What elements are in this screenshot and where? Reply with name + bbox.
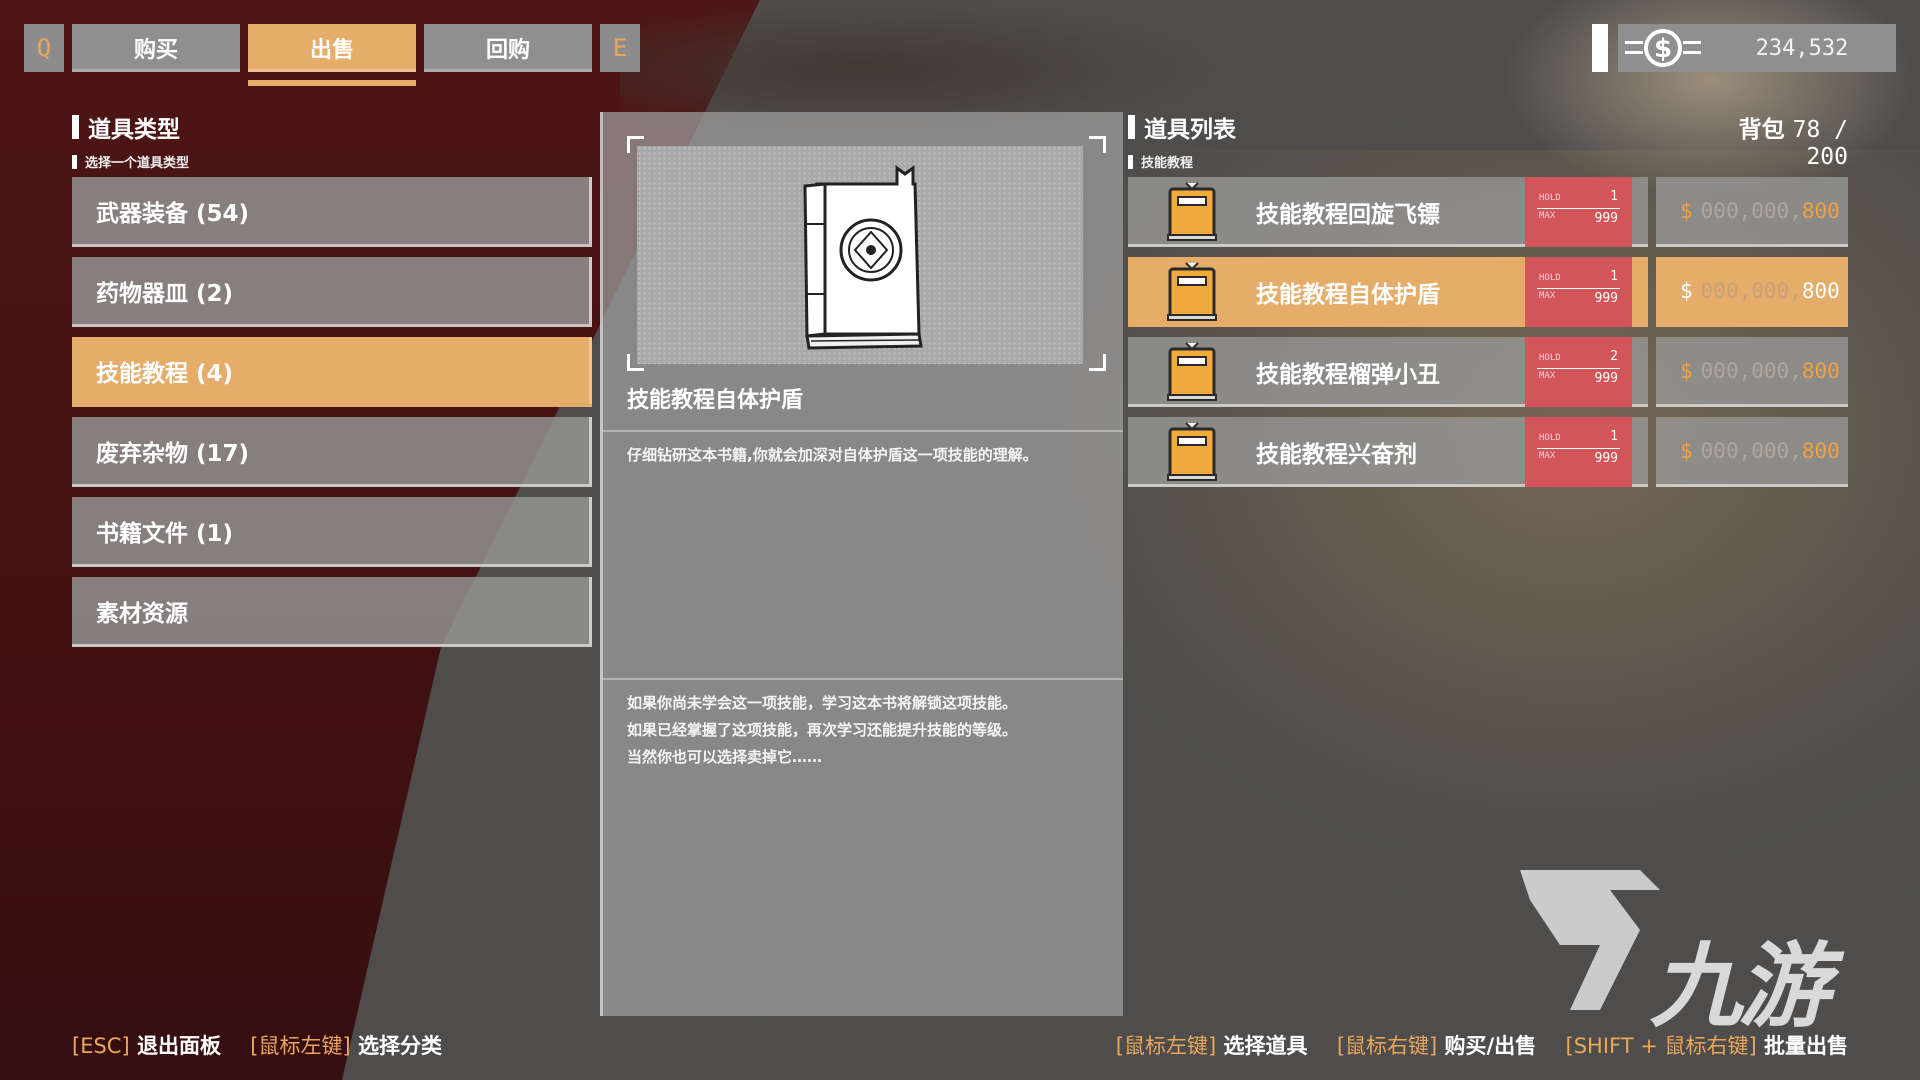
divider: [603, 678, 1123, 680]
item-row[interactable]: 技能教程回旋飞镖 HOLD 1 MAX 999: [1128, 177, 1648, 247]
item-row[interactable]: 技能教程榴弹小丑 HOLD 2 MAX 999: [1128, 337, 1648, 407]
detail-description: 仔细钻研这本书籍,你就会加深对自体护盾这一项技能的理解。: [627, 446, 1038, 464]
item-row[interactable]: 技能教程兴奋剂 HOLD 1 MAX 999: [1128, 417, 1648, 487]
dollar-coin-icon: $: [1618, 24, 1708, 72]
item-row-selected[interactable]: 技能教程自体护盾 HOLD 1 MAX 999: [1128, 257, 1648, 327]
category-medicine[interactable]: 药物器皿 (2): [72, 257, 592, 327]
category-label: 武器装备 (54): [96, 200, 250, 227]
skill-book-icon: [1167, 342, 1217, 401]
detail-unlock-note: 如果你尚未学会这一项技能，学习这本书将解锁这项技能。 如果已经掌握了这项技能，再…: [627, 694, 1018, 766]
item-price[interactable]: $000,000, 800: [1656, 257, 1848, 327]
category-skill-tutorials[interactable]: 技能教程 (4): [72, 337, 592, 407]
active-tab-underline: [248, 80, 416, 86]
items-subtitle: 技能教程: [1128, 152, 1193, 171]
category-materials[interactable]: 素材资源: [72, 577, 592, 647]
tab-buy[interactable]: 购买: [72, 24, 240, 72]
category-junk[interactable]: 废弃杂物 (17): [72, 417, 592, 487]
category-label: 书籍文件 (1): [96, 520, 234, 547]
item-name: 技能教程榴弹小丑: [1256, 362, 1440, 388]
item-preview: [637, 146, 1083, 364]
detail-item-name: 技能教程自体护盾: [627, 388, 804, 413]
currency-display: $ 234,532: [1618, 24, 1896, 72]
tab-buyback[interactable]: 回购: [424, 24, 592, 72]
stock-badge: HOLD 1 MAX 999: [1525, 417, 1632, 487]
prev-tab-key-hint[interactable]: Q: [24, 24, 64, 72]
items-title: 道具列表: [1128, 110, 1236, 144]
tab-sell[interactable]: 出售: [248, 24, 416, 72]
skill-book-icon: [1167, 422, 1217, 481]
svg-text:$: $: [1654, 34, 1672, 64]
category-books[interactable]: 书籍文件 (1): [72, 497, 592, 567]
item-detail-panel: 技能教程自体护盾 仔细钻研这本书籍,你就会加深对自体护盾这一项技能的理解。 如果…: [600, 112, 1123, 1016]
skill-book-icon: [1167, 262, 1217, 321]
category-label: 技能教程 (4): [96, 360, 234, 387]
item-price[interactable]: $000,000, 800: [1656, 177, 1848, 247]
item-name: 技能教程兴奋剂: [1256, 442, 1417, 468]
category-label: 素材资源: [96, 600, 188, 627]
skill-book-icon: [1167, 182, 1217, 241]
currency-bar-accent: [1592, 24, 1608, 72]
item-price[interactable]: $000,000, 800: [1656, 337, 1848, 407]
hints-left: [ESC] 退出面板 [鼠标左键] 选择分类: [72, 1034, 442, 1058]
bag-capacity: 背包 78 / 200: [1738, 117, 1848, 170]
stock-badge: HOLD 1 MAX 999: [1525, 257, 1632, 327]
category-label: 废弃杂物 (17): [96, 440, 250, 467]
watermark-text: 九游: [1650, 933, 1830, 1040]
categories-subtitle: 选择一个道具类型: [72, 152, 189, 171]
item-name: 技能教程回旋飞镖: [1256, 202, 1440, 228]
categories-title: 道具类型: [72, 110, 180, 144]
book-icon: [803, 165, 923, 350]
next-tab-key-hint[interactable]: E: [600, 24, 640, 72]
currency-amount: 234,532: [1755, 35, 1849, 61]
category-label: 药物器皿 (2): [96, 280, 234, 307]
stock-badge: HOLD 2 MAX 999: [1525, 337, 1632, 407]
item-price[interactable]: $000,000, 800: [1656, 417, 1848, 487]
category-weapons[interactable]: 武器装备 (54): [72, 177, 592, 247]
item-name: 技能教程自体护盾: [1256, 282, 1440, 308]
divider: [603, 430, 1123, 432]
stock-badge: HOLD 1 MAX 999: [1525, 177, 1632, 247]
